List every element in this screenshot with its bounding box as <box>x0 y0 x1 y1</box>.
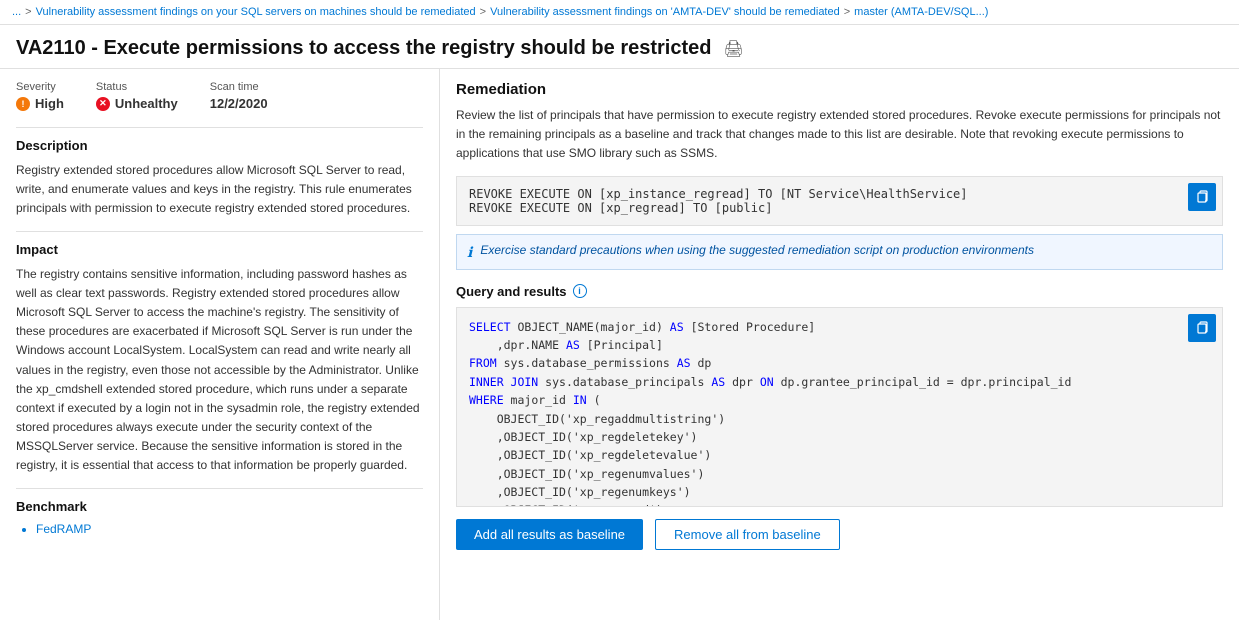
query-line-8: ,OBJECT_ID('xp_regdeletevalue') <box>469 446 1210 464</box>
description-title: Description <box>16 138 423 153</box>
print-icon[interactable]: 🖨 <box>723 39 743 59</box>
breadcrumb-separator-3: > <box>844 6 850 18</box>
status-icon: ✕ <box>96 97 110 111</box>
code-line-2: REVOKE EXECUTE ON [xp_regread] TO [publi… <box>469 201 1178 215</box>
status-text: Unhealthy <box>115 96 178 111</box>
severity-text: High <box>35 96 64 111</box>
query-line-2: ,dpr.NAME AS [Principal] <box>469 336 1210 354</box>
left-panel: Severity ! High Status ✕ Unhealthy Scan … <box>0 69 440 620</box>
breadcrumb-link-1[interactable]: Vulnerability assessment findings on you… <box>36 6 476 18</box>
info-banner: ℹ Exercise standard precautions when usi… <box>456 234 1223 270</box>
impact-title: Impact <box>16 242 423 257</box>
remediation-title: Remediation <box>456 81 1223 98</box>
status-row: Severity ! High Status ✕ Unhealthy Scan … <box>16 81 423 111</box>
scan-time-item: Scan time 12/2/2020 <box>210 81 268 111</box>
status-label: Status <box>96 81 178 93</box>
page-title: VA2110 - Execute permissions to access t… <box>16 37 711 60</box>
scan-time-value: 12/2/2020 <box>210 96 268 111</box>
info-banner-icon: ℹ <box>467 244 472 261</box>
severity-icon: ! <box>16 97 30 111</box>
copy-remediation-button[interactable] <box>1188 183 1216 211</box>
remove-baseline-button[interactable]: Remove all from baseline <box>655 519 840 550</box>
query-section-title: Query and results i <box>456 284 1223 299</box>
severity-value: ! High <box>16 96 64 111</box>
description-text: Registry extended stored procedures allo… <box>16 161 423 219</box>
query-line-7: ,OBJECT_ID('xp_regdeletekey') <box>469 428 1210 446</box>
code-line-1: REVOKE EXECUTE ON [xp_instance_regread] … <box>469 187 1178 201</box>
divider-3 <box>16 488 423 489</box>
remediation-text: Review the list of principals that have … <box>456 106 1223 164</box>
breadcrumb-ellipsis[interactable]: ... <box>12 6 21 18</box>
divider-2 <box>16 231 423 232</box>
benchmark-item-fedramp[interactable]: FedRAMP <box>36 522 423 536</box>
scan-time-label: Scan time <box>210 81 268 93</box>
query-line-3: FROM sys.database_permissions AS dp <box>469 354 1210 372</box>
query-line-6: OBJECT_ID('xp_regaddmultistring') <box>469 410 1210 428</box>
copy-query-button[interactable] <box>1188 314 1216 342</box>
info-banner-text: Exercise standard precautions when using… <box>480 243 1034 257</box>
query-line-4: INNER JOIN sys.database_principals AS dp… <box>469 373 1210 391</box>
right-panel: Remediation Review the list of principal… <box>440 69 1239 620</box>
query-line-10: ,OBJECT_ID('xp_regenumkeys') <box>469 483 1210 501</box>
query-line-1: SELECT OBJECT_NAME(major_id) AS [Stored … <box>469 318 1210 336</box>
breadcrumb-link-3[interactable]: master (AMTA-DEV/SQL...) <box>854 6 988 18</box>
query-line-5: WHERE major_id IN ( <box>469 391 1210 409</box>
breadcrumb: ... > Vulnerability assessment findings … <box>0 0 1239 25</box>
impact-text: The registry contains sensitive informat… <box>16 265 423 476</box>
status-value: ✕ Unhealthy <box>96 96 178 111</box>
query-code-block[interactable]: SELECT OBJECT_NAME(major_id) AS [Stored … <box>456 307 1223 507</box>
divider-1 <box>16 127 423 128</box>
breadcrumb-separator-2: > <box>480 6 486 18</box>
breadcrumb-separator-1: > <box>25 6 31 18</box>
main-layout: Severity ! High Status ✕ Unhealthy Scan … <box>0 69 1239 620</box>
query-line-11: ,OBJECT_ID('xp_regread') <box>469 501 1210 506</box>
query-line-9: ,OBJECT_ID('xp_regenumvalues') <box>469 465 1210 483</box>
add-baseline-button[interactable]: Add all results as baseline <box>456 519 643 550</box>
remediation-code-block: REVOKE EXECUTE ON [xp_instance_regread] … <box>456 176 1223 226</box>
severity-item: Severity ! High <box>16 81 64 111</box>
breadcrumb-link-2[interactable]: Vulnerability assessment findings on 'AM… <box>490 6 840 18</box>
status-item: Status ✕ Unhealthy <box>96 81 178 111</box>
severity-label: Severity <box>16 81 64 93</box>
benchmark-list: FedRAMP <box>16 522 423 536</box>
query-info-icon[interactable]: i <box>573 284 587 298</box>
benchmark-title: Benchmark <box>16 499 423 514</box>
query-title-text: Query and results <box>456 284 567 299</box>
action-buttons: Add all results as baseline Remove all f… <box>456 519 1223 550</box>
page-title-row: VA2110 - Execute permissions to access t… <box>0 25 1239 69</box>
